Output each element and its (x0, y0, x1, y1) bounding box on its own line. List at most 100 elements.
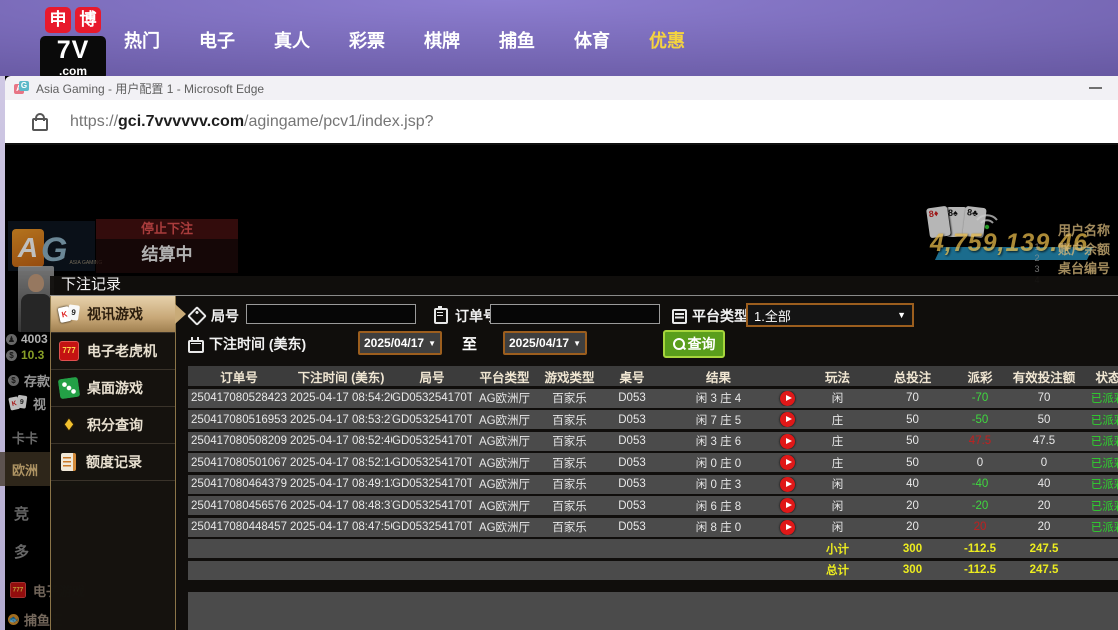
ag-logo-a: A (12, 229, 44, 267)
sidebar-item-video-games[interactable]: 视讯游戏 (51, 296, 175, 333)
modal-sidebar: 视讯游戏 电子老虎机 桌面游戏 积分查询 额度记录 (50, 296, 176, 630)
user-avatar (18, 266, 54, 332)
replay-play-icon[interactable] (780, 498, 795, 513)
nav-item-slots[interactable]: 电子 (199, 27, 235, 53)
nav-item-hot[interactable]: 热门 (124, 27, 160, 53)
cell-status: 已派彩 (1078, 498, 1118, 514)
cell-order-number: 250417080456576 (188, 500, 290, 512)
cards-icon (10, 395, 27, 412)
sidebar-item-slot-machines[interactable]: 电子老虎机 (51, 333, 175, 370)
user-id-row: ♟ 4003 (6, 332, 50, 346)
chevron-down-icon: ▼ (428, 339, 436, 348)
lobby-menu-europe[interactable]: 欧洲 (12, 460, 38, 479)
cell-total-bet: 20 (875, 521, 950, 533)
deposit-label: 存款 (24, 371, 50, 390)
platform-type-label: 平台类型 (672, 306, 748, 326)
replay-play-icon[interactable] (780, 477, 795, 492)
cell-valid-bet: 0 (1010, 457, 1078, 469)
replay-play-icon[interactable] (780, 520, 795, 535)
cell-play-type: 闲 (800, 519, 875, 535)
replay-play-icon[interactable] (780, 412, 795, 427)
lobby-menu-sport[interactable]: 竞 (14, 503, 29, 524)
header-result: 结果 (662, 367, 775, 386)
total-payout: -112.5 (950, 564, 1010, 576)
account-balance-label: 账户余额 (1058, 240, 1110, 259)
cell-platform: AG欧洲厅 (472, 390, 537, 406)
search-button[interactable]: 查询 (663, 330, 725, 358)
nav-item-lottery[interactable]: 彩票 (349, 27, 385, 53)
cell-status: 已派彩 (1078, 476, 1118, 492)
header-play: 玩法 (800, 367, 875, 386)
replay-play-icon[interactable] (780, 455, 795, 470)
table-row: 250417080456576 2025-04-17 08:48:37 GD05… (188, 496, 1118, 515)
table-footer-empty (188, 592, 1118, 630)
cell-total-bet: 50 (875, 457, 950, 469)
order-number-input[interactable] (490, 304, 660, 324)
sidebar-item-points-query[interactable]: 积分查询 (51, 407, 175, 444)
dice-icon (58, 377, 81, 400)
replay-cell (775, 477, 800, 492)
site-logo[interactable]: 申 博 7V .com (40, 7, 106, 79)
cell-order-number: 250417080528423 (188, 392, 290, 404)
order-number-label: 订单号 (432, 306, 497, 326)
cell-payout: -20 (950, 500, 1010, 512)
date-from-picker[interactable]: 2025/04/17 ▼ (358, 331, 442, 355)
cell-payout: 20 (950, 521, 1010, 533)
user-id: 4003 (21, 332, 48, 346)
lobby-menu-multi[interactable]: 多 (14, 541, 29, 562)
table-status-panel: 停止下注 结算中 (96, 219, 238, 273)
cell-platform: AG欧洲厅 (472, 433, 537, 449)
url-text[interactable]: https://gci.7vvvvvv.com/agingame/pcv1/in… (70, 113, 434, 131)
table-row: 250417080501067 2025-04-17 08:52:14 GD05… (188, 453, 1118, 472)
search-button-label: 查询 (688, 334, 716, 354)
to-label: 至 (462, 333, 477, 354)
cell-payout: 47.5 (950, 435, 1010, 447)
nav-item-live[interactable]: 真人 (274, 27, 310, 53)
nav-item-chess[interactable]: 棋牌 (424, 27, 460, 53)
table-row: 250417080528423 2025-04-17 08:54:20 GD05… (188, 389, 1118, 408)
cell-bet-time: 2025-04-17 08:52:46 (290, 435, 392, 447)
cell-total-bet: 50 (875, 414, 950, 426)
lobby-menu-deposit[interactable]: $ 存款 (8, 371, 50, 390)
window-titlebar[interactable]: Asia Gaming - 用户配置 1 - Microsoft Edge (5, 76, 1118, 100)
cell-valid-bet: 50 (1010, 414, 1078, 426)
sidebar-item-table-games[interactable]: 桌面游戏 (51, 370, 175, 407)
cell-play-type: 庄 (800, 433, 875, 449)
sport-fragment: 竞 (14, 503, 29, 524)
cell-round-number: GD053254170TA (392, 500, 472, 512)
cell-bet-time: 2025-04-17 08:54:20 (290, 392, 392, 404)
replay-play-icon[interactable] (780, 391, 795, 406)
cell-round-number: GD053254170TI (392, 392, 472, 404)
address-bar[interactable]: https://gci.7vvvvvv.com/agingame/pcv1/in… (5, 100, 1118, 145)
round-number-input[interactable] (246, 304, 416, 324)
minimize-icon[interactable] (1089, 87, 1102, 89)
clipboard-icon (434, 308, 448, 324)
header-bet: 总投注 (875, 367, 950, 386)
table-row: 250417080508209 2025-04-17 08:52:46 GD05… (188, 432, 1118, 451)
subtotal-row: 小计 300 -112.5 247.5 (188, 539, 1118, 558)
url-domain: gci.7vvvvvv.com (118, 113, 244, 130)
nav-item-promo[interactable]: 优惠 (649, 27, 685, 53)
lobby-menu-video[interactable]: 视 (8, 393, 46, 413)
round-number-label: 局号 (190, 306, 239, 326)
nav-item-sports[interactable]: 体育 (574, 27, 610, 53)
cell-table-number: D053 (602, 392, 662, 404)
sidebar-item-quota-records[interactable]: 额度记录 (51, 444, 175, 481)
replay-play-icon[interactable] (780, 434, 795, 449)
table-row: 250417080516953 2025-04-17 08:53:27 GD05… (188, 410, 1118, 429)
platform-type-select[interactable]: 1.全部 ▼ (746, 303, 914, 327)
lock-icon[interactable] (32, 118, 48, 131)
document-icon (61, 453, 76, 471)
cell-platform: AG欧洲厅 (472, 476, 537, 492)
balance-row: $ 10.3 (6, 348, 52, 362)
lobby-menu-card[interactable]: 卡卡 (12, 428, 38, 447)
date-to-picker[interactable]: 2025/04/17 ▼ (503, 331, 587, 355)
cell-status: 已派彩 (1078, 455, 1118, 471)
cell-round-number: GD053254170TG (392, 435, 472, 447)
cell-round-number: GD053254170TH (392, 414, 472, 426)
cell-play-type: 闲 (800, 498, 875, 514)
nav-item-fishing[interactable]: 捕鱼 (499, 27, 535, 53)
cell-game-type: 百家乐 (537, 433, 602, 449)
cell-result: 闲 0 庄 0 (662, 455, 775, 471)
cell-payout: -40 (950, 478, 1010, 490)
